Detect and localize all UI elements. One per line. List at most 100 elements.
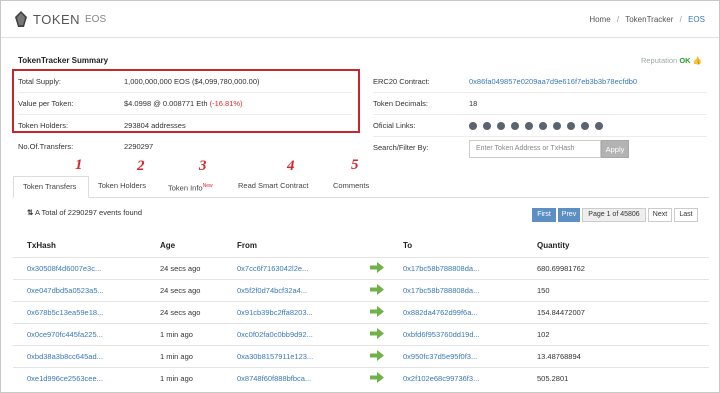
arrow-right-icon (370, 350, 384, 361)
table-row: 0xe1d996ce2563cee... 1 min ago 0x8748f60… (13, 367, 709, 389)
tx-hash-link[interactable]: 0xbd38a3b8cc645ad... (27, 352, 103, 361)
erc20-contract-label: ERC20 Contract: (373, 77, 430, 86)
tx-hash-link[interactable]: 0x678b5c13ea59e18... (27, 308, 103, 317)
breadcrumb-separator: / (616, 15, 620, 24)
to-address-link[interactable]: 0x2f102e68c99736f3... (403, 374, 479, 383)
reddit-icon[interactable] (553, 122, 561, 131)
quantity-value: 505.2801 (537, 374, 569, 383)
tx-age: 24 secs ago (160, 286, 201, 295)
highlight-box (12, 69, 360, 133)
table-row: 0xe047dbd5a0523a5... 24 secs ago 0x5f2f0… (13, 279, 709, 301)
to-address-link[interactable]: 0x17bc58b788808da... (403, 264, 479, 273)
tx-age: 1 min ago (160, 374, 193, 383)
summary-title: TokenTracker Summary (18, 56, 109, 65)
table-row: 0x30508f4d6007e3c... 24 secs ago 0x7cc6f… (13, 257, 709, 279)
from-address-link[interactable]: 0xa30b8157911e123... (237, 352, 313, 361)
arrow-right-icon (370, 284, 384, 295)
tab-label: Token Info (168, 183, 203, 193)
tx-age: 24 secs ago (160, 264, 201, 273)
from-address-link[interactable]: 0x8748f60f888bfbca... (237, 374, 311, 383)
to-address-link[interactable]: 0x950fc37d5e95f0f3... (403, 352, 477, 361)
top-bar: TOKEN EOS Home / TokenTracker / EOS (1, 1, 719, 38)
telegram-icon[interactable] (581, 122, 589, 131)
from-address-link[interactable]: 0x7cc6f7163042l2e... (237, 264, 308, 273)
facebook-icon[interactable] (511, 122, 519, 131)
steemit-icon[interactable] (595, 122, 603, 131)
eos-logo-icon[interactable] (14, 11, 28, 27)
tab-label: Comments (333, 181, 370, 190)
breadcrumb-current: EOS (688, 15, 705, 24)
arrow-right-icon (370, 372, 384, 383)
table-row: 0x0ce970fc445fa225... 1 min ago 0xc0f02f… (13, 323, 709, 345)
breadcrumb-tokentracker[interactable]: TokenTracker (625, 15, 673, 24)
reputation-label: Reputation (640, 56, 678, 65)
to-address-link[interactable]: 0x17bc58b788808da... (403, 286, 479, 295)
tab-comments[interactable]: Comments (324, 176, 378, 198)
breadcrumb-home[interactable]: Home (589, 15, 610, 24)
tx-age: 1 min ago (160, 330, 193, 339)
twitter-icon[interactable] (525, 122, 533, 131)
arrow-right-icon (370, 262, 384, 273)
token-decimals-row: Token Decimals: 18 (373, 93, 707, 115)
col-from: From (237, 241, 257, 250)
to-address-link[interactable]: 0x882da4762d99f6a... (403, 308, 478, 317)
quantity-value: 680.69981762 (537, 264, 585, 273)
token-decimals-value: 18 (469, 99, 478, 108)
tab-token-transfers[interactable]: Token Transfers (13, 176, 89, 198)
from-address-link[interactable]: 0xc0f02fa0c0bb9d92... (237, 330, 313, 339)
tx-hash-link[interactable]: 0x0ce970fc445fa225... (27, 330, 103, 339)
tab-bar: Token Transfers Token Holders Token Info… (13, 176, 709, 198)
breadcrumb: Home / TokenTracker / EOS (589, 15, 705, 24)
tab-token-holders[interactable]: Token Holders (89, 176, 155, 198)
book-icon[interactable] (497, 122, 505, 131)
to-address-link[interactable]: 0xbfd6f953760dd19d... (403, 330, 480, 339)
annotation-1: 1 (75, 157, 83, 173)
arrow-right-icon (370, 306, 384, 317)
new-badge: New (202, 183, 213, 189)
quantity-value: 154.84472007 (537, 308, 585, 317)
sort-icon: ⇅ (27, 208, 34, 217)
arrow-right-icon (370, 328, 384, 339)
annotation-4: 4 (287, 158, 295, 174)
tx-age: 24 secs ago (160, 308, 201, 317)
annotation-2: 2 (137, 158, 145, 174)
tab-token-info[interactable]: Token InfoNew (159, 176, 222, 198)
col-age: Age (160, 241, 176, 250)
tab-label: Token Holders (98, 181, 146, 190)
annotation-5: 5 (351, 157, 359, 173)
tx-hash-link[interactable]: 0xe1d996ce2563cee... (27, 374, 103, 383)
transfers-count-row: No.Of.Transfers: 2290297 (18, 136, 352, 158)
reputation[interactable]: Reputation OK 👍 (641, 56, 702, 65)
pager-prev[interactable]: Prev (558, 208, 580, 222)
pager-page-info: Page 1 of 45806 (582, 208, 646, 222)
globe-icon[interactable] (469, 122, 477, 131)
from-address-link[interactable]: 0x5f2f0d74bcf32a4... (237, 286, 307, 295)
logo-subtitle: EOS (85, 14, 107, 25)
pager-next[interactable]: Next (648, 208, 672, 222)
events-summary: ⇅ A Total of 2290297 events found (27, 208, 142, 217)
pager-last[interactable]: Last (674, 208, 698, 222)
quantity-value: 13.48768894 (537, 352, 581, 361)
thumbs-up-icon: 👍 (692, 56, 702, 65)
col-quantity: Quantity (537, 241, 570, 250)
transfers-count-value: 2290297 (124, 142, 154, 151)
pager-first[interactable]: First (532, 208, 556, 222)
tab-read-smart-contract[interactable]: Read Smart Contract (229, 176, 317, 198)
logo-text[interactable]: TOKEN (33, 12, 80, 27)
social-links (469, 115, 609, 137)
annotation-3: 3 (199, 158, 207, 174)
tx-hash-link[interactable]: 0x30508f4d6007e3c... (27, 264, 101, 273)
mail-icon[interactable] (483, 122, 491, 131)
filter-input[interactable]: Enter Token Address or TxHash (469, 140, 601, 158)
from-address-link[interactable]: 0x91cb39bc2ffa8203... (237, 308, 313, 317)
table-row: 0x678b5c13ea59e18... 24 secs ago 0x91cb3… (13, 301, 709, 323)
tx-hash-link[interactable]: 0xe047dbd5a0523a5... (27, 286, 104, 295)
erc20-contract-link[interactable]: 0x86fa049857e0209aa7d9e616f7eb3b3b78ecfd… (469, 71, 637, 93)
github-icon[interactable] (539, 122, 547, 131)
quantity-value: 102 (537, 330, 550, 339)
wechat-icon[interactable] (567, 122, 575, 131)
apply-button[interactable]: Apply (601, 140, 629, 158)
erc20-contract-row: ERC20 Contract: 0x86fa049857e0209aa7d9e6… (373, 71, 707, 93)
events-count: A Total of 2290297 events found (34, 208, 143, 217)
official-links-row: Oficial Links: (373, 115, 707, 137)
